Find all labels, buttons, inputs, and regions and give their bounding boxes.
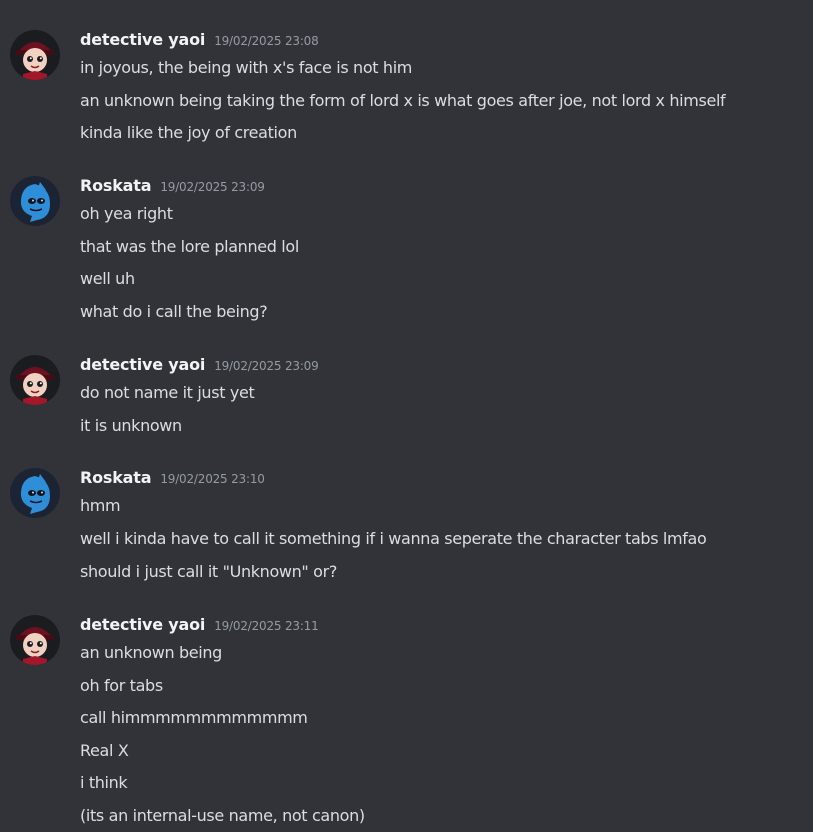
message-header: detective yaoi 19/02/2025 23:08 xyxy=(80,30,319,54)
username[interactable]: Roskata xyxy=(80,468,152,487)
timestamp: 19/02/2025 23:11 xyxy=(214,619,319,633)
message-line: do not name it just yet xyxy=(80,383,255,402)
message-line: Real X xyxy=(80,741,129,760)
message-line: kinda like the joy of creation xyxy=(80,123,297,142)
timestamp: 19/02/2025 23:09 xyxy=(214,359,319,373)
message-line: i think xyxy=(80,773,128,792)
message-line: in joyous, the being with x's face is no… xyxy=(80,58,413,77)
username[interactable]: detective yaoi xyxy=(80,615,205,634)
red-hat-character-avatar-icon xyxy=(10,355,60,405)
username[interactable]: detective yaoi xyxy=(80,30,205,49)
message-line: an unknown being taking the form of lord… xyxy=(80,91,726,110)
message-line: that was the lore planned lol xyxy=(80,237,299,256)
message-line: what do i call the being? xyxy=(80,302,268,321)
message-line: oh for tabs xyxy=(80,676,163,695)
message-line: oh yea right xyxy=(80,204,173,223)
message-header: Roskata 19/02/2025 23:09 xyxy=(80,176,265,200)
message-line: an unknown being xyxy=(80,643,222,662)
chat-log: detective yaoi 19/02/2025 23:08 in joyou… xyxy=(0,0,813,832)
timestamp: 19/02/2025 23:10 xyxy=(160,472,265,486)
message-line: hmm xyxy=(80,496,121,515)
message-header: Roskata 19/02/2025 23:10 xyxy=(80,468,265,492)
message-line: (its an internal-use name, not canon) xyxy=(80,806,365,825)
blue-character-avatar-icon xyxy=(10,176,60,226)
avatar[interactable] xyxy=(10,30,60,80)
message-line: call himmmmmmmmmmmm xyxy=(80,708,308,727)
avatar[interactable] xyxy=(10,468,60,518)
blue-character-avatar-icon xyxy=(10,468,60,518)
avatar[interactable] xyxy=(10,176,60,226)
message-line: should i just call it "Unknown" or? xyxy=(80,562,337,581)
avatar[interactable] xyxy=(10,355,60,405)
timestamp: 19/02/2025 23:09 xyxy=(160,180,265,194)
message-header: detective yaoi 19/02/2025 23:09 xyxy=(80,355,319,379)
message-line: it is unknown xyxy=(80,416,182,435)
red-hat-character-avatar-icon xyxy=(10,615,60,665)
username[interactable]: Roskata xyxy=(80,176,152,195)
message-line: well i kinda have to call it something i… xyxy=(80,529,707,548)
red-hat-character-avatar-icon xyxy=(10,30,60,80)
username[interactable]: detective yaoi xyxy=(80,355,205,374)
avatar[interactable] xyxy=(10,615,60,665)
message-header: detective yaoi 19/02/2025 23:11 xyxy=(80,615,319,639)
timestamp: 19/02/2025 23:08 xyxy=(214,34,319,48)
message-line: well uh xyxy=(80,269,135,288)
